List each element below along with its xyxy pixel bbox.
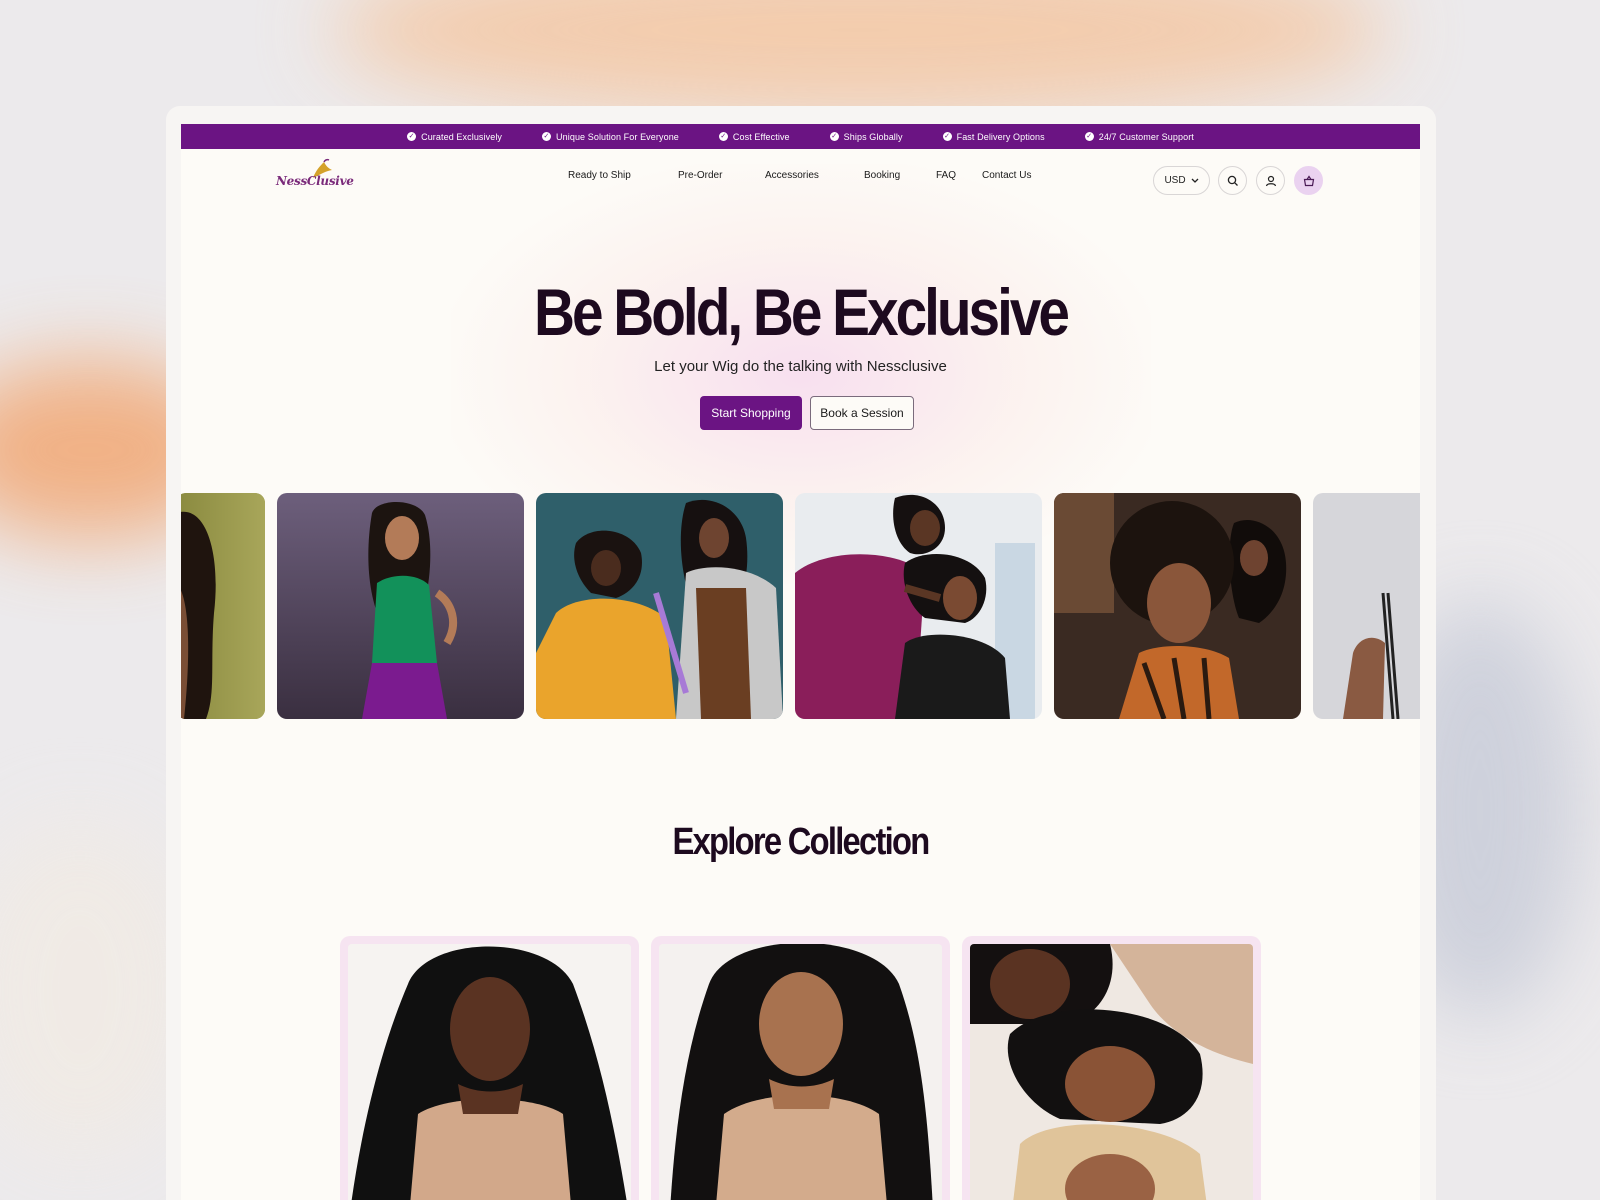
- hero-title: Be Bold, Be Exclusive: [533, 275, 1070, 349]
- check-icon: ✓: [942, 132, 952, 141]
- currency-selector[interactable]: USD: [1153, 166, 1210, 195]
- gallery-image[interactable]: [795, 493, 1042, 719]
- photo-woman-braids-green: [277, 493, 524, 719]
- check-icon: ✓: [407, 132, 417, 141]
- announcement-bar: ✓ Curated Exclusively ✓ Unique Solution …: [181, 124, 1420, 149]
- start-shopping-button[interactable]: Start Shopping: [700, 396, 802, 430]
- chevron-down-icon: [1191, 178, 1199, 183]
- search-icon: [1227, 175, 1238, 186]
- announcement-item: ✓ 24/7 Customer Support: [1084, 131, 1194, 142]
- collection-card[interactable]: [651, 936, 950, 1200]
- photo-woman-curly-olive: [181, 493, 265, 719]
- hero-subtitle: Let your Wig do the talking with Nessclu…: [654, 358, 947, 375]
- book-session-button[interactable]: Book a Session: [810, 396, 914, 430]
- nav-booking[interactable]: Booking: [864, 170, 900, 181]
- announcement-item: ✓ Curated Exclusively: [407, 131, 503, 142]
- gallery-image[interactable]: [1313, 493, 1420, 719]
- announcement-item: ✓ Fast Delivery Options: [942, 131, 1045, 142]
- check-icon: ✓: [718, 132, 728, 141]
- account-button[interactable]: [1256, 166, 1285, 195]
- web-page: ✓ Curated Exclusively ✓ Unique Solution …: [181, 124, 1420, 1200]
- announcement-item: ✓ Ships Globally: [829, 131, 903, 142]
- explore-collection-title: Explore Collection: [672, 821, 931, 863]
- nav-faq[interactable]: FAQ: [936, 170, 956, 181]
- basket-icon: [1303, 174, 1314, 186]
- collection-card[interactable]: [962, 936, 1261, 1200]
- nav-pre-order[interactable]: Pre-Order: [678, 170, 722, 181]
- cart-button[interactable]: [1294, 166, 1323, 195]
- photo-woman-braids-grey: [1313, 493, 1420, 719]
- gallery-image[interactable]: [1054, 493, 1301, 719]
- gallery-image[interactable]: [277, 493, 524, 719]
- nav-accessories[interactable]: Accessories: [765, 170, 819, 181]
- announcement-item: ✓ Unique Solution For Everyone: [542, 131, 679, 142]
- gallery-image[interactable]: [536, 493, 783, 719]
- check-icon: ✓: [829, 132, 839, 141]
- announcement-item: ✓ Cost Effective: [718, 131, 790, 142]
- collection-card[interactable]: [340, 936, 639, 1200]
- photo-woman-body-wave-wig: [659, 944, 942, 1200]
- photo-woman-curly-wig: [348, 944, 631, 1200]
- photo-smiling-woman-afro: [1054, 493, 1301, 719]
- gallery-image[interactable]: [181, 493, 265, 719]
- photo-stylist-braiding: [536, 493, 783, 719]
- check-icon: ✓: [1084, 132, 1094, 141]
- photo-three-women-group: [970, 944, 1253, 1200]
- check-icon: ✓: [542, 132, 552, 141]
- photo-stylist-styling: [795, 493, 1042, 719]
- search-button[interactable]: [1218, 166, 1247, 195]
- nav-contact-us[interactable]: Contact Us: [982, 170, 1031, 181]
- nav-ready-to-ship[interactable]: Ready to Ship: [568, 170, 631, 181]
- user-icon: [1265, 175, 1276, 186]
